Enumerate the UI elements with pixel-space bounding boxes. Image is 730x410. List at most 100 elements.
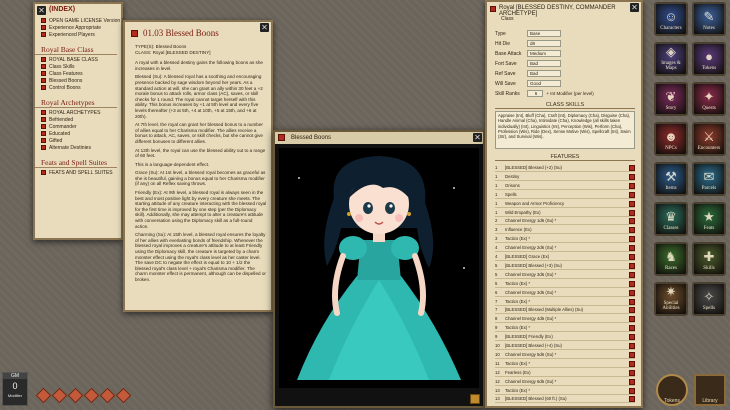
sidebar-button-tokens[interactable]: ● Tokens [692,42,726,76]
link-icon[interactable] [629,351,635,358]
link-icon[interactable] [41,117,46,123]
index-item[interactable]: Experience Appropriate [35,25,123,32]
sidebar-button-special-abilities[interactable]: ✷ Special Abilities [654,282,688,316]
link-icon[interactable] [629,280,635,287]
link-icon[interactable] [629,378,635,385]
feature-row[interactable]: 6 Channel Energy 3d6 (Su) * [495,289,635,297]
sidebar-button-characters[interactable]: ☺ Characters [654,2,688,36]
link-icon[interactable] [629,227,635,234]
link-icon[interactable] [278,134,285,141]
link-icon[interactable] [629,173,635,180]
feature-row[interactable]: 1 Destiny [495,173,635,181]
sidebar-button-images-maps[interactable]: ◈ Images & Maps [654,42,688,76]
feature-row[interactable]: 1 [BLESSED] Blessed (+2) (Su) [495,164,635,172]
fort-save-field[interactable]: Bad [527,60,561,67]
link-icon[interactable] [629,236,635,243]
link-icon[interactable] [629,334,635,341]
index-item[interactable]: OPEN GAME LICENSE Version 1.0a [35,18,123,25]
sidebar-button-notes[interactable]: ✎ Notes [692,2,726,36]
link-icon[interactable] [629,245,635,252]
feature-row[interactable]: 2 Channel Energy 1d6 (Su) * [495,217,635,226]
tokens-button[interactable]: Tokens [656,374,688,406]
sidebar-button-items[interactable]: ⚒ Items [654,162,688,196]
feature-row[interactable]: 1 Wild Empathy (Ex) [495,209,635,217]
index-item[interactable]: Alternate Destinies [35,145,123,152]
close-icon[interactable]: ✕ [473,133,482,142]
index-item[interactable]: Control Boons [35,85,123,92]
link-icon[interactable] [629,262,635,269]
link-icon[interactable] [629,165,635,171]
index-item[interactable]: ROYAL BASE CLASS [35,57,123,64]
link-icon[interactable] [629,316,635,323]
link-icon[interactable] [629,369,635,376]
link-icon[interactable] [41,18,46,24]
feature-row[interactable]: 5 [BLESSED] Blessed (+3) (Su) [495,262,635,270]
index-item[interactable]: Class Skills [35,64,123,71]
sidebar-button-skills[interactable]: ✚ Skills [692,242,726,276]
feature-row[interactable]: 3 Influence (Ex) [495,226,635,235]
image-window-titlebar[interactable]: Blessed Boons [275,132,483,144]
sidebar-button-npcs[interactable]: ☻ NPCs [654,122,688,156]
ref-save-field[interactable]: Bad [527,70,561,77]
feature-row[interactable]: 5 Tactics (Ex) * [495,280,635,288]
link-icon[interactable] [629,387,635,394]
base-attack-field[interactable]: Medium [527,50,561,57]
link-icon[interactable] [629,325,635,332]
link-icon[interactable] [41,25,46,31]
feature-row[interactable]: 12 Fearless (Ex) [495,369,635,377]
d20-die-icon[interactable] [115,387,132,404]
link-icon[interactable] [490,6,496,12]
link-icon[interactable] [41,85,46,91]
index-item[interactable]: Befriended [35,117,123,124]
link-icon[interactable] [629,182,635,189]
feature-row[interactable]: 5 Channel Energy 3d6 (Su) * [495,271,635,279]
link-icon[interactable] [41,124,46,130]
d12-die-icon[interactable] [99,387,116,404]
link-icon[interactable] [41,145,46,151]
sidebar-button-parcels[interactable]: ✉ Parcels [692,162,726,196]
will-save-field[interactable]: Good [527,80,561,87]
feature-row[interactable]: 1 Weapon and Armor Proficiency [495,200,635,208]
feature-row[interactable]: 1 Spells [495,191,635,199]
d8-die-icon[interactable] [67,387,84,404]
hit-die-field[interactable]: d8 [527,40,561,47]
link-icon[interactable] [41,71,46,77]
sidebar-button-feats[interactable]: ★ Feats [692,202,726,236]
link-icon[interactable] [629,191,635,198]
feature-row[interactable]: 10 [BLESSED] Blessed (+4) (Su) [495,342,635,350]
link-icon[interactable] [41,110,46,116]
feature-row[interactable]: 13 Tactics (Ex) * [495,387,635,395]
index-item[interactable]: Experienced Players [35,32,123,39]
feature-row[interactable]: 8 Channel Energy 4d6 (Su) * [495,315,635,324]
link-icon[interactable] [629,307,635,314]
link-icon[interactable] [629,254,635,260]
feature-row[interactable]: 11 Tactics (Ex) * [495,360,635,368]
feature-row[interactable]: 3 Tactics (Ex) * [495,235,635,244]
class-skills-text[interactable]: Appraise (Int), Bluff (Cha), Craft (Int)… [495,111,635,149]
link-icon[interactable] [629,298,635,305]
link-icon[interactable] [41,64,46,70]
index-item[interactable]: Blessed Boons [35,78,123,85]
link-icon[interactable] [629,360,635,367]
feature-row[interactable]: 7 [BLESSED] Blessed (Multiple Allies) (Su… [495,306,635,315]
close-icon[interactable]: ✕ [260,23,269,32]
feature-row[interactable]: 1 Orisons [495,182,635,190]
link-icon[interactable] [629,396,635,403]
feature-row[interactable]: 4 Channel Energy 2d6 (Su) * [495,244,635,253]
link-icon[interactable] [629,200,635,207]
link-icon[interactable] [629,289,635,296]
feature-row[interactable]: 7 Tactics (Ex) * [495,298,635,306]
sidebar-button-spells[interactable]: ✧ Spells [692,282,726,316]
link-icon[interactable] [629,218,635,225]
link-icon[interactable] [131,30,138,37]
sidebar-button-encounters[interactable]: ⚔ Encounters [692,122,726,156]
link-icon[interactable] [41,170,46,176]
link-icon[interactable] [41,32,46,38]
d10-die-icon[interactable] [83,387,100,404]
sidebar-button-races[interactable]: ♞ Races [654,242,688,276]
index-item[interactable]: Commander [35,124,123,131]
link-icon[interactable] [629,343,635,349]
link-icon[interactable] [41,78,46,84]
link-icon[interactable] [41,138,46,144]
library-button[interactable]: Library [694,374,726,406]
